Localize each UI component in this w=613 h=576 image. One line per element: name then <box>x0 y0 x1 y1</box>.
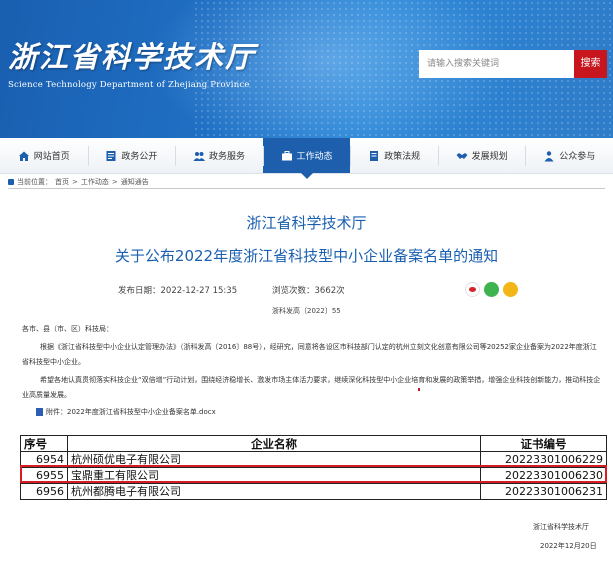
article-paragraph: 根据《浙江省科技型中小企业认定管理办法》（浙科发高〔2016〕88号），经研究，… <box>22 343 597 366</box>
share-bar <box>465 282 518 297</box>
row-company-name: 杭州都腾电子有限公司 <box>66 483 482 500</box>
wechat-share-icon[interactable] <box>484 282 499 297</box>
signature-org: 浙江省科学技术厅 <box>533 523 589 531</box>
list-icon <box>105 150 117 162</box>
article-org: 浙江省科学技术厅 <box>246 214 367 232</box>
nav-item-gov-service[interactable]: 政务服务 <box>175 138 263 173</box>
document-number: 浙科发高〔2022〕55 <box>272 307 341 315</box>
nav-item-label: 网站首页 <box>33 152 70 162</box>
nav-item-home[interactable]: 网站首页 <box>0 138 88 173</box>
breadcrumb: 当前位置： 首页 > 工作动态 > 通知通告 <box>8 177 149 187</box>
row-cert-no: 20223301006231 <box>480 483 607 500</box>
briefcase-icon <box>281 150 293 162</box>
signature-date: 2022年12月20日 <box>540 542 597 550</box>
breadcrumb-item-work-news[interactable]: 工作动态 <box>81 177 109 187</box>
word-file-icon <box>36 408 43 416</box>
nav-item-policy[interactable]: 政策法规 <box>350 138 438 173</box>
table-row: 6956 杭州都腾电子有限公司 20223301006231 <box>20 483 607 500</box>
table-header-name: 企业名称 <box>66 435 482 452</box>
location-icon <box>8 179 14 185</box>
users-icon <box>543 150 555 162</box>
main-nav: 网站首页 政务公开 政务服务 工作动态 政策法规 发展规划 公众参与 <box>0 138 613 179</box>
home-icon <box>18 150 30 162</box>
company-list-table: 序号 企业名称 证书编号 6954 杭州硕优电子有限公司 20223301006… <box>20 435 607 500</box>
site-logo-subtitle: Science Technology Department of Zhejian… <box>8 80 250 90</box>
nav-item-label: 发展规划 <box>471 152 508 162</box>
site-banner: 浙江省科学技术厅 Science Technology Department o… <box>0 0 613 138</box>
breadcrumb-separator: > <box>72 178 78 186</box>
handshake-icon <box>456 150 468 162</box>
publish-date: 发布日期：2022-12-27 15:35 <box>118 286 238 296</box>
table-header-no: 序号 <box>20 435 68 452</box>
nav-item-gov-open[interactable]: 政务公开 <box>87 138 176 173</box>
nav-item-planning[interactable]: 发展规划 <box>437 138 526 173</box>
row-company-name: 杭州硕优电子有限公司 <box>66 451 482 468</box>
nav-item-label: 工作动态 <box>296 152 333 162</box>
cursor-mark <box>418 388 420 391</box>
table-row: 6954 杭州硕优电子有限公司 20223301006229 <box>20 451 607 468</box>
breadcrumb-prefix: 当前位置： <box>17 178 52 186</box>
nav-item-work-news[interactable]: 工作动态 <box>262 138 351 179</box>
search-button[interactable]: 搜索 <box>574 50 607 78</box>
row-no: 6956 <box>20 483 68 500</box>
row-no: 6955 <box>20 467 68 484</box>
article-title: 关于公布2022年度浙江省科技型中小企业备案名单的通知 <box>114 247 499 265</box>
row-no: 6954 <box>20 451 68 468</box>
weibo-share-icon[interactable] <box>465 282 480 297</box>
row-cert-no: 20223301006229 <box>480 451 607 468</box>
view-count: 浏览次数：3662次 <box>272 286 345 296</box>
nav-item-label: 政策法规 <box>384 152 421 162</box>
breadcrumb-item-notice[interactable]: 通知通告 <box>121 177 149 187</box>
nav-item-label: 公众参与 <box>559 152 596 162</box>
breadcrumb-item-home[interactable]: 首页 <box>55 177 69 187</box>
qzone-share-icon[interactable] <box>503 282 518 297</box>
site-logo-title[interactable]: 浙江省科学技术厅 <box>8 34 256 76</box>
divider <box>8 188 605 189</box>
breadcrumb-separator: > <box>111 178 118 186</box>
row-cert-no: 20223301006230 <box>480 467 607 484</box>
nav-item-label: 政务公开 <box>121 152 158 162</box>
nav-item-label: 政务服务 <box>208 152 245 162</box>
nav-item-public[interactable]: 公众参与 <box>525 138 613 173</box>
attachment-link[interactable]: 附件：2022年度浙江省科技型中小企业备案名单.docx <box>36 407 216 417</box>
group-icon <box>193 150 205 162</box>
attachment-label[interactable]: 附件：2022年度浙江省科技型中小企业备案名单.docx <box>46 407 216 417</box>
table-header-row: 序号 企业名称 证书编号 <box>20 435 607 452</box>
article-paragraph: 希望各地认真贯彻落实科技企业“双倍增”行动计划，围绕经济稳增长、激发市场主体活力… <box>22 376 601 399</box>
table-row-highlighted: 6955 宝鼎重工有限公司 20223301006230 <box>20 467 607 484</box>
article-paragraph: 各市、县（市、区）科技局： <box>22 325 113 333</box>
table-header-cert: 证书编号 <box>480 435 607 452</box>
document-icon <box>368 150 380 162</box>
row-company-name: 宝鼎重工有限公司 <box>66 467 482 484</box>
search-input[interactable] <box>419 50 575 78</box>
